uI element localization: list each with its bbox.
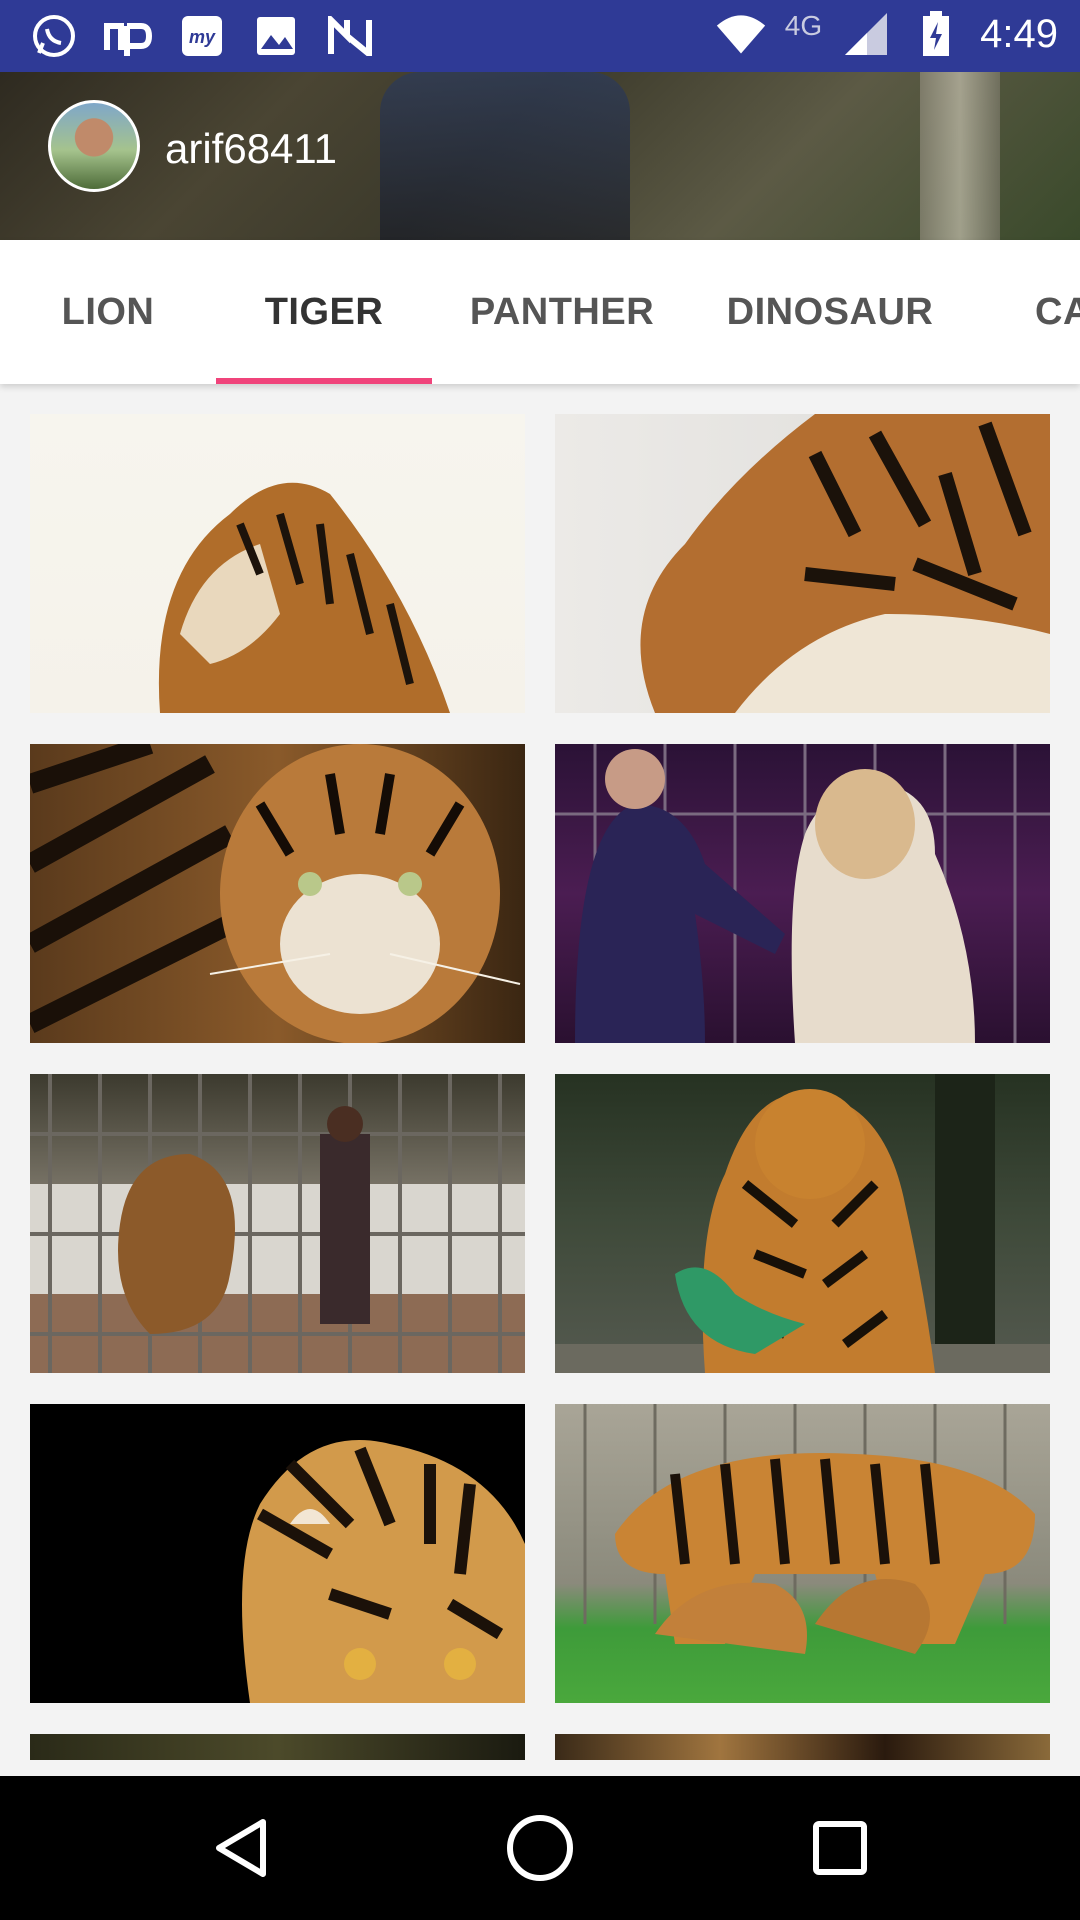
header-background-tree: [920, 72, 1000, 240]
tab-panther[interactable]: PANTHER: [432, 240, 692, 384]
n-icon: [324, 10, 376, 62]
tab-lion[interactable]: LION: [0, 240, 216, 384]
tiger-image-with-cubs[interactable]: [555, 1404, 1050, 1703]
tab-tiger[interactable]: TIGER: [216, 240, 432, 384]
image-grid: [0, 384, 1080, 1760]
back-icon[interactable]: [205, 1812, 277, 1884]
avatar[interactable]: [48, 100, 140, 192]
battery-charging-icon: [910, 8, 962, 60]
tab-dinosaur[interactable]: DINOSAUR: [692, 240, 968, 384]
recents-icon[interactable]: [804, 1812, 876, 1884]
tiger-image-cage[interactable]: [30, 1074, 525, 1373]
gallery-icon: [250, 10, 302, 62]
svg-text:my: my: [189, 27, 216, 47]
signal-icon: [840, 8, 892, 60]
tiger-image-partial-2[interactable]: [555, 1734, 1050, 1760]
tiger-image-closeup-face[interactable]: [555, 414, 1050, 713]
system-navigation-bar: [0, 1776, 1080, 1920]
network-type-label: 4G: [784, 10, 823, 41]
notification-icons: my: [28, 10, 376, 62]
tiger-image-profile-left[interactable]: [30, 414, 525, 713]
category-tabs: LION TIGER PANTHER DINOSAUR CA: [0, 240, 1080, 384]
tiger-image-partial-1[interactable]: [30, 1734, 525, 1760]
wifi-icon: [715, 8, 767, 60]
whatsapp-icon: [28, 10, 80, 62]
home-icon[interactable]: [504, 1812, 576, 1884]
system-icons: 4G 4:49: [715, 8, 1058, 60]
tiger-image-crouching-dark[interactable]: [30, 1404, 525, 1703]
my-icon: my: [176, 10, 228, 62]
tiger-image-standing-forest[interactable]: [555, 1074, 1050, 1373]
profile-header: [0, 72, 1080, 240]
tiger-image-staring[interactable]: [30, 744, 525, 1043]
tab-partial[interactable]: CA: [1035, 240, 1080, 384]
header-background-figure: [380, 72, 630, 240]
username-label: arif68411: [165, 125, 338, 172]
clock: 4:49: [980, 11, 1058, 56]
np-icon: [102, 10, 154, 62]
tiger-image-circus[interactable]: [555, 744, 1050, 1043]
status-bar: my 4G 4:49: [0, 0, 1080, 72]
